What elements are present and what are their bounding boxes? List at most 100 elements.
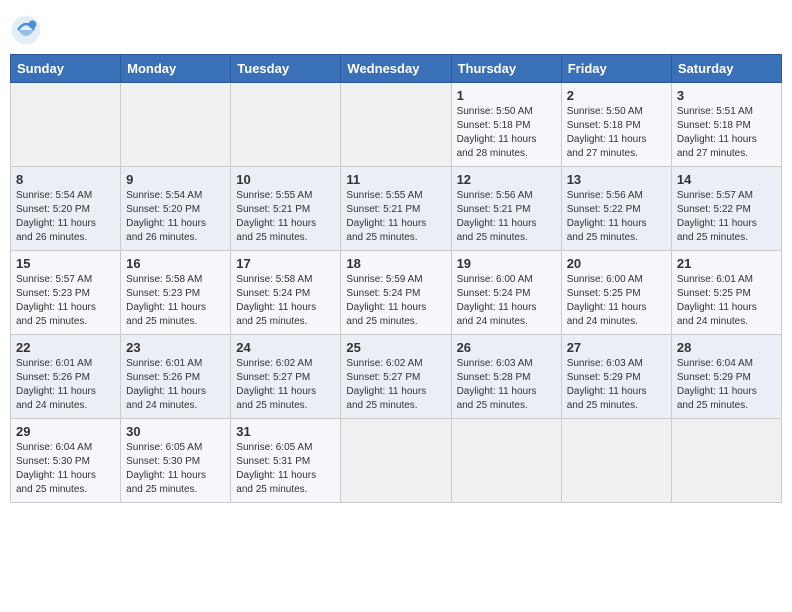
day-info: Sunrise: 5:55 AMSunset: 5:21 PMDaylight:… bbox=[236, 190, 316, 243]
calendar-cell: 31Sunrise: 6:05 AMSunset: 5:31 PMDayligh… bbox=[231, 419, 341, 503]
header-cell-wednesday: Wednesday bbox=[341, 55, 451, 83]
header-cell-thursday: Thursday bbox=[451, 55, 561, 83]
calendar-cell bbox=[341, 419, 451, 503]
calendar-cell: 17 Sunrise: 5:58 AMSunset: 5:24 PMDayligh… bbox=[231, 251, 341, 335]
day-info: Sunrise: 6:02 AMSunset: 5:27 PMDaylight:… bbox=[346, 358, 426, 411]
calendar-cell: 14 Sunrise: 5:57 AMSunset: 5:22 PMDayligh… bbox=[671, 167, 781, 251]
calendar-cell: 20 Sunrise: 6:00 AMSunset: 5:25 PMDayligh… bbox=[561, 251, 671, 335]
calendar-cell: 27 Sunrise: 6:03 AMSunset: 5:29 PMDayligh… bbox=[561, 335, 671, 419]
week-row: 29 Sunrise: 6:04 AMSunset: 5:30 PMDayligh… bbox=[11, 419, 782, 503]
header-cell-monday: Monday bbox=[121, 55, 231, 83]
day-number: 2 bbox=[567, 88, 666, 103]
week-row: 8Sunrise: 5:54 AMSunset: 5:20 PMDaylight… bbox=[11, 167, 782, 251]
day-info: Sunrise: 5:56 AMSunset: 5:22 PMDaylight:… bbox=[567, 190, 647, 243]
calendar-cell: 12 Sunrise: 5:56 AMSunset: 5:21 PMDayligh… bbox=[451, 167, 561, 251]
day-number: 9 bbox=[126, 172, 225, 187]
day-info: Sunrise: 5:57 AMSunset: 5:23 PMDaylight:… bbox=[16, 274, 96, 327]
header-row: SundayMondayTuesdayWednesdayThursdayFrid… bbox=[11, 55, 782, 83]
day-info: Sunrise: 6:01 AMSunset: 5:25 PMDaylight:… bbox=[677, 274, 757, 327]
calendar-cell bbox=[231, 83, 341, 167]
calendar-cell: 8Sunrise: 5:54 AMSunset: 5:20 PMDaylight… bbox=[11, 167, 121, 251]
day-number: 27 bbox=[567, 340, 666, 355]
calendar-cell bbox=[561, 419, 671, 503]
day-number: 12 bbox=[457, 172, 556, 187]
day-info: Sunrise: 5:56 AMSunset: 5:21 PMDaylight:… bbox=[457, 190, 537, 243]
day-info: Sunrise: 6:00 AMSunset: 5:25 PMDaylight:… bbox=[567, 274, 647, 327]
day-number: 14 bbox=[677, 172, 776, 187]
day-info: Sunrise: 5:50 AMSunset: 5:18 PMDaylight:… bbox=[567, 106, 647, 159]
calendar-cell: 28 Sunrise: 6:04 AMSunset: 5:29 PMDayligh… bbox=[671, 335, 781, 419]
day-number: 3 bbox=[677, 88, 776, 103]
calendar-cell: 2 Sunrise: 5:50 AMSunset: 5:18 PMDaylight… bbox=[561, 83, 671, 167]
day-info: Sunrise: 6:04 AMSunset: 5:30 PMDaylight:… bbox=[16, 442, 96, 495]
week-row: 1 Sunrise: 5:50 AMSunset: 5:18 PMDaylight… bbox=[11, 83, 782, 167]
calendar-cell bbox=[341, 83, 451, 167]
calendar-cell: 29 Sunrise: 6:04 AMSunset: 5:30 PMDayligh… bbox=[11, 419, 121, 503]
day-info: Sunrise: 6:02 AMSunset: 5:27 PMDaylight:… bbox=[236, 358, 316, 411]
day-number: 13 bbox=[567, 172, 666, 187]
day-info: Sunrise: 5:58 AMSunset: 5:24 PMDaylight:… bbox=[236, 274, 316, 327]
day-info: Sunrise: 5:55 AMSunset: 5:21 PMDaylight:… bbox=[346, 190, 426, 243]
day-info: Sunrise: 6:05 AMSunset: 5:30 PMDaylight:… bbox=[126, 442, 206, 495]
day-number: 20 bbox=[567, 256, 666, 271]
calendar-cell: 15 Sunrise: 5:57 AMSunset: 5:23 PMDayligh… bbox=[11, 251, 121, 335]
calendar-cell: 19 Sunrise: 6:00 AMSunset: 5:24 PMDayligh… bbox=[451, 251, 561, 335]
calendar-cell: 1 Sunrise: 5:50 AMSunset: 5:18 PMDaylight… bbox=[451, 83, 561, 167]
calendar-cell bbox=[671, 419, 781, 503]
calendar-cell: 3 Sunrise: 5:51 AMSunset: 5:18 PMDaylight… bbox=[671, 83, 781, 167]
day-number: 16 bbox=[126, 256, 225, 271]
day-info: Sunrise: 5:58 AMSunset: 5:23 PMDaylight:… bbox=[126, 274, 206, 327]
week-row: 22 Sunrise: 6:01 AMSunset: 5:26 PMDayligh… bbox=[11, 335, 782, 419]
header-cell-sunday: Sunday bbox=[11, 55, 121, 83]
calendar-cell bbox=[11, 83, 121, 167]
calendar-cell: 9 Sunrise: 5:54 AMSunset: 5:20 PMDaylight… bbox=[121, 167, 231, 251]
day-info: Sunrise: 5:57 AMSunset: 5:22 PMDaylight:… bbox=[677, 190, 757, 243]
day-number: 17 bbox=[236, 256, 335, 271]
day-info: Sunrise: 5:59 AMSunset: 5:24 PMDaylight:… bbox=[346, 274, 426, 327]
day-info: Sunrise: 6:03 AMSunset: 5:28 PMDaylight:… bbox=[457, 358, 537, 411]
calendar-cell: 23 Sunrise: 6:01 AMSunset: 5:26 PMDayligh… bbox=[121, 335, 231, 419]
day-number: 23 bbox=[126, 340, 225, 355]
day-number: 15 bbox=[16, 256, 115, 271]
day-info: Sunrise: 5:54 AMSunset: 5:20 PMDaylight:… bbox=[16, 190, 96, 243]
calendar-cell: 16 Sunrise: 5:58 AMSunset: 5:23 PMDayligh… bbox=[121, 251, 231, 335]
day-number: 22 bbox=[16, 340, 115, 355]
header-cell-friday: Friday bbox=[561, 55, 671, 83]
day-number: 26 bbox=[457, 340, 556, 355]
day-number: 30 bbox=[126, 424, 225, 439]
header-cell-saturday: Saturday bbox=[671, 55, 781, 83]
calendar-cell: 10Sunrise: 5:55 AMSunset: 5:21 PMDayligh… bbox=[231, 167, 341, 251]
day-number: 19 bbox=[457, 256, 556, 271]
calendar-cell: 22 Sunrise: 6:01 AMSunset: 5:26 PMDayligh… bbox=[11, 335, 121, 419]
calendar-cell bbox=[121, 83, 231, 167]
day-number: 31 bbox=[236, 424, 335, 439]
day-number: 28 bbox=[677, 340, 776, 355]
day-number: 25 bbox=[346, 340, 445, 355]
day-number: 24 bbox=[236, 340, 335, 355]
calendar-cell: 13 Sunrise: 5:56 AMSunset: 5:22 PMDayligh… bbox=[561, 167, 671, 251]
day-number: 18 bbox=[346, 256, 445, 271]
logo-icon bbox=[10, 14, 42, 46]
logo bbox=[10, 14, 46, 46]
day-number: 1 bbox=[457, 88, 556, 103]
day-info: Sunrise: 5:50 AMSunset: 5:18 PMDaylight:… bbox=[457, 106, 537, 159]
calendar-cell: 24 Sunrise: 6:02 AMSunset: 5:27 PMDayligh… bbox=[231, 335, 341, 419]
week-row: 15 Sunrise: 5:57 AMSunset: 5:23 PMDayligh… bbox=[11, 251, 782, 335]
day-info: Sunrise: 6:04 AMSunset: 5:29 PMDaylight:… bbox=[677, 358, 757, 411]
day-number: 21 bbox=[677, 256, 776, 271]
day-info: Sunrise: 5:54 AMSunset: 5:20 PMDaylight:… bbox=[126, 190, 206, 243]
day-number: 29 bbox=[16, 424, 115, 439]
header-cell-tuesday: Tuesday bbox=[231, 55, 341, 83]
calendar-cell: 18 Sunrise: 5:59 AMSunset: 5:24 PMDayligh… bbox=[341, 251, 451, 335]
page-header bbox=[10, 10, 782, 46]
calendar-cell: 30 Sunrise: 6:05 AMSunset: 5:30 PMDayligh… bbox=[121, 419, 231, 503]
day-info: Sunrise: 6:03 AMSunset: 5:29 PMDaylight:… bbox=[567, 358, 647, 411]
day-info: Sunrise: 5:51 AMSunset: 5:18 PMDaylight:… bbox=[677, 106, 757, 159]
day-info: Sunrise: 6:01 AMSunset: 5:26 PMDaylight:… bbox=[16, 358, 96, 411]
calendar-cell: 11Sunrise: 5:55 AMSunset: 5:21 PMDayligh… bbox=[341, 167, 451, 251]
day-info: Sunrise: 6:00 AMSunset: 5:24 PMDaylight:… bbox=[457, 274, 537, 327]
calendar-cell: 26 Sunrise: 6:03 AMSunset: 5:28 PMDayligh… bbox=[451, 335, 561, 419]
calendar-cell bbox=[451, 419, 561, 503]
calendar-table: SundayMondayTuesdayWednesdayThursdayFrid… bbox=[10, 54, 782, 503]
day-info: Sunrise: 6:01 AMSunset: 5:26 PMDaylight:… bbox=[126, 358, 206, 411]
